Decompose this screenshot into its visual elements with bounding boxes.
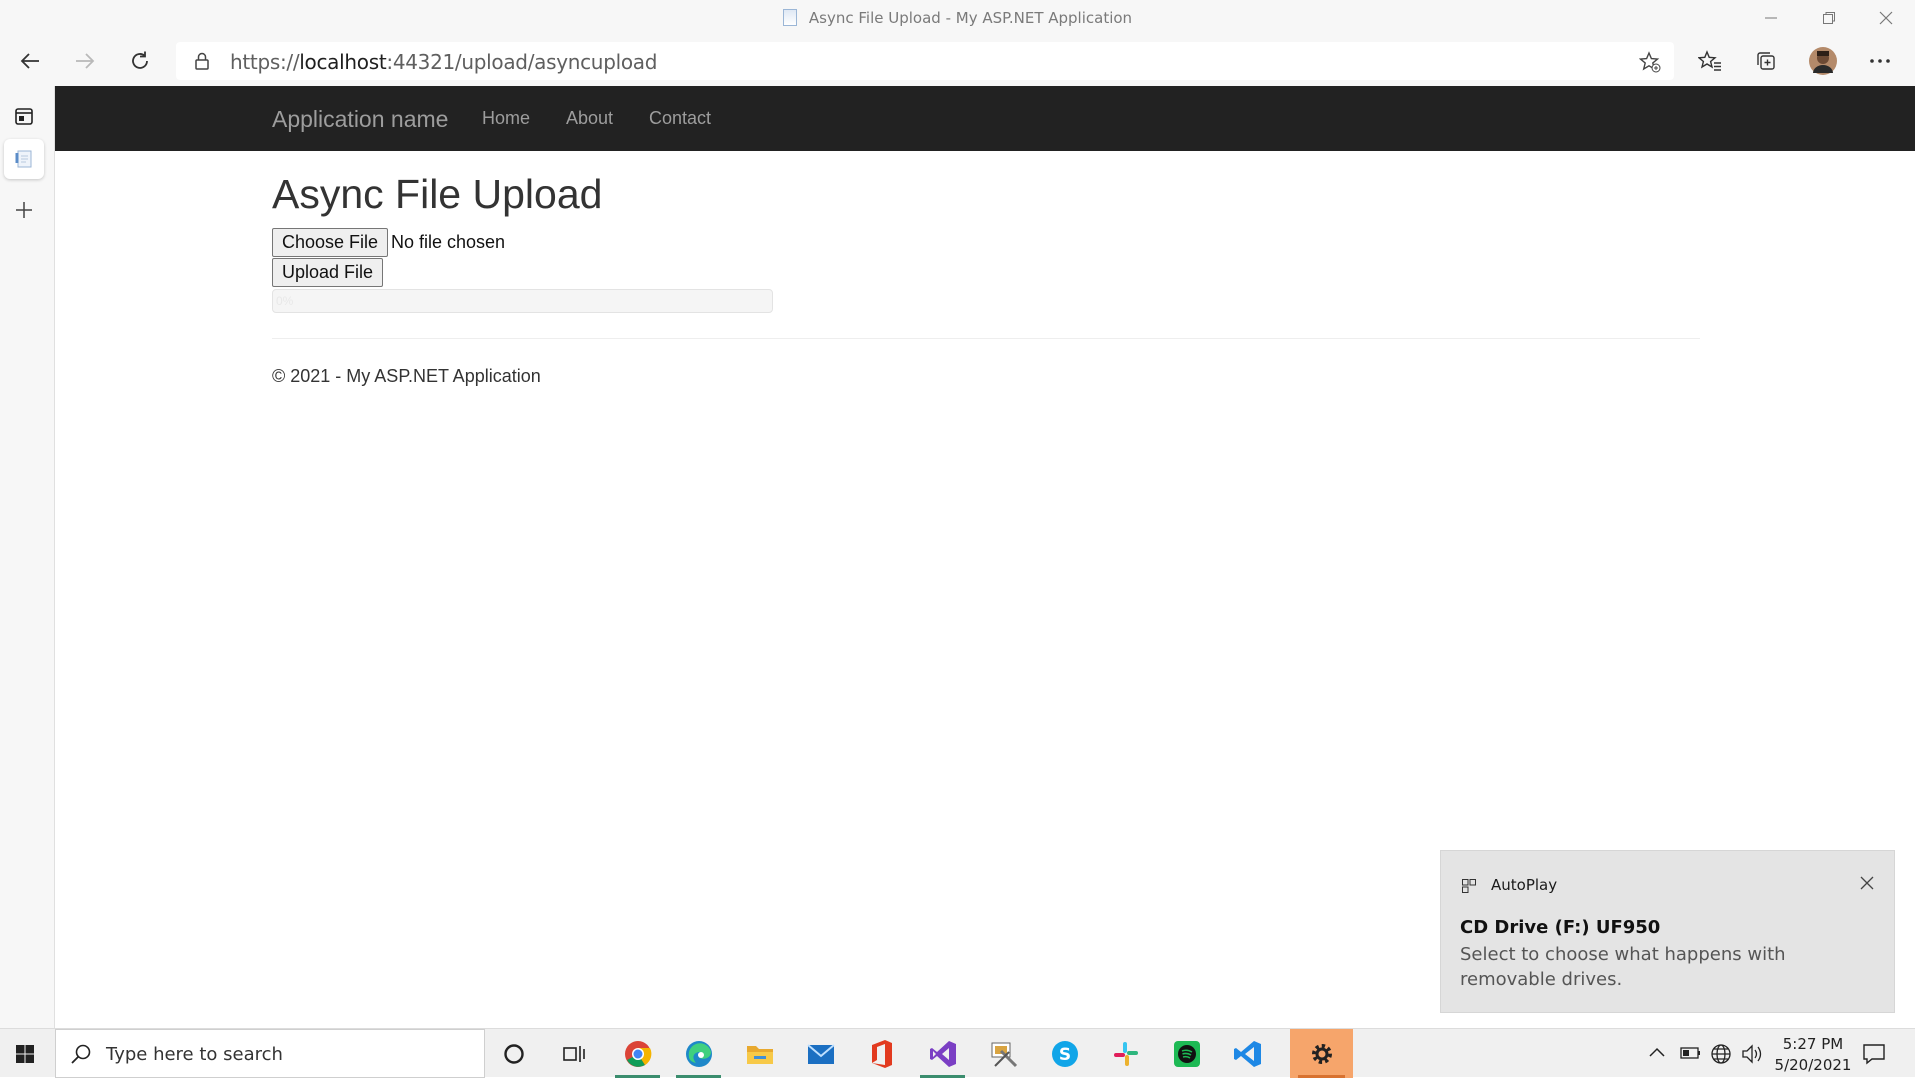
volume-icon[interactable]	[1740, 1043, 1764, 1070]
tab-actions-button[interactable]	[4, 96, 44, 136]
avatar	[1809, 47, 1837, 75]
close-icon	[1879, 11, 1893, 25]
cortana-button[interactable]	[484, 1029, 544, 1078]
search-placeholder: Type here to search	[106, 1044, 283, 1065]
notification-body: Select to choose what happens with remov…	[1460, 944, 1786, 990]
nav-link-home[interactable]: Home	[482, 108, 530, 129]
file-explorer-icon[interactable]	[729, 1029, 790, 1078]
tools-icon[interactable]	[973, 1029, 1034, 1078]
task-view-icon	[563, 1045, 585, 1062]
favorites-icon	[1698, 50, 1721, 71]
url-scheme: https://	[230, 50, 300, 74]
vertical-tab-strip	[0, 86, 55, 1028]
brand-link[interactable]: Application name	[272, 106, 448, 133]
refresh-button[interactable]	[120, 41, 160, 81]
notification-icon	[1863, 1044, 1885, 1065]
forward-arrow-icon	[76, 53, 95, 69]
choose-file-button[interactable]: Choose File	[272, 228, 389, 257]
skype-icon[interactable]: S	[1034, 1029, 1095, 1078]
clock-date: 5/20/2021	[1774, 1056, 1852, 1074]
office-icon[interactable]	[851, 1029, 912, 1078]
clock-time: 5:27 PM	[1782, 1035, 1844, 1053]
autoplay-icon	[1461, 878, 1477, 899]
add-favorite-icon[interactable]	[1638, 51, 1661, 78]
progress-label: 0%	[276, 294, 294, 308]
task-view-button[interactable]	[544, 1029, 604, 1078]
restore-button[interactable]	[1801, 0, 1857, 36]
page-title: Async File Upload	[272, 171, 603, 217]
cortana-icon	[504, 1043, 524, 1064]
restore-icon	[1823, 12, 1835, 24]
start-button[interactable]	[0, 1029, 50, 1078]
minimize-icon	[1765, 17, 1777, 19]
visual-studio-icon[interactable]	[912, 1029, 973, 1078]
address-bar[interactable]: https://localhost:44321/upload/asyncuplo…	[176, 42, 1674, 80]
refresh-icon	[132, 51, 148, 69]
profile-button[interactable]	[1803, 41, 1843, 81]
close-icon	[1860, 876, 1874, 890]
search-icon	[70, 1043, 92, 1070]
notification-close-button[interactable]	[1859, 875, 1875, 896]
network-icon[interactable]	[1710, 1043, 1732, 1070]
url-text[interactable]: https://localhost:44321/upload/asyncuplo…	[230, 50, 657, 74]
back-button[interactable]	[10, 41, 50, 81]
action-center-button[interactable]	[1862, 1043, 1886, 1070]
site-navbar: Application name Home About Contact	[55, 86, 1915, 151]
minimize-button[interactable]	[1743, 0, 1799, 36]
show-hidden-icons-button[interactable]	[1648, 1044, 1666, 1067]
divider	[272, 338, 1700, 339]
notification-headline: CD Drive (F:) UF950	[1460, 917, 1661, 938]
taskbar-clock[interactable]: 5:27 PM 5/20/2021	[1768, 1034, 1858, 1076]
autoplay-notification[interactable]: AutoPlay CD Drive (F:) UF950 Select to c…	[1440, 850, 1895, 1013]
collections-icon	[1757, 52, 1775, 70]
favorites-button[interactable]	[1690, 41, 1730, 81]
window-title-text: Async File Upload - My ASP.NET Applicati…	[808, 9, 1133, 27]
page-icon	[15, 150, 32, 168]
forward-button[interactable]	[65, 41, 105, 81]
back-arrow-icon	[20, 53, 39, 69]
settings-more-button[interactable]	[1860, 41, 1900, 81]
notification-app-name: AutoPlay	[1491, 876, 1558, 894]
svg-text:S: S	[1058, 1045, 1070, 1065]
close-window-button[interactable]	[1858, 0, 1914, 36]
url-host: localhost	[299, 50, 387, 74]
vscode-icon[interactable]	[1217, 1029, 1278, 1078]
plus-icon	[16, 202, 32, 218]
new-tab-button[interactable]	[4, 190, 44, 230]
browser-toolbar: https://localhost:44321/upload/asyncuplo…	[0, 36, 1915, 86]
settings-icon[interactable]	[1290, 1029, 1353, 1078]
collections-button[interactable]	[1746, 41, 1786, 81]
page-icon	[782, 9, 797, 26]
active-tab[interactable]	[4, 139, 44, 179]
chevron-up-icon	[1649, 1047, 1665, 1057]
upload-progress-bar: 0%	[272, 289, 773, 313]
window-titlebar: Async File Upload - My ASP.NET Applicati…	[0, 0, 1915, 36]
upload-file-button[interactable]: Upload File	[272, 258, 384, 287]
file-status-text: No file chosen	[391, 232, 506, 252]
tab-actions-icon	[15, 108, 33, 125]
more-icon	[1870, 59, 1890, 63]
slack-icon[interactable]	[1095, 1029, 1156, 1078]
taskbar-search-box[interactable]: Type here to search	[55, 1029, 485, 1078]
lock-icon[interactable]	[194, 52, 210, 75]
edge-icon[interactable]	[668, 1029, 729, 1078]
nav-link-contact[interactable]: Contact	[649, 108, 711, 129]
chrome-icon[interactable]	[607, 1029, 668, 1078]
windows-logo-icon	[16, 1044, 34, 1063]
nav-link-about[interactable]: About	[566, 108, 613, 129]
footer-text: © 2021 - My ASP.NET Application	[272, 366, 541, 386]
window-title: Async File Upload - My ASP.NET Applicati…	[0, 9, 1915, 27]
windows-taskbar: Type here to search S 5:27 PM 5/20/2021	[0, 1028, 1915, 1078]
spotify-icon[interactable]	[1156, 1029, 1217, 1078]
url-path: :44321/upload/asyncupload	[386, 50, 658, 74]
mail-icon[interactable]	[790, 1029, 851, 1078]
battery-icon[interactable]	[1680, 1045, 1702, 1066]
